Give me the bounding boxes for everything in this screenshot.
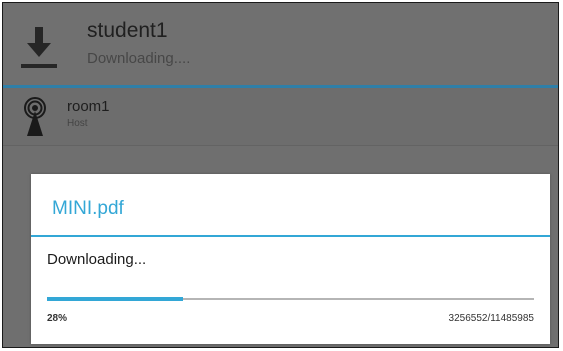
- dialog-message: Downloading...: [47, 251, 147, 268]
- notification-title: student1: [87, 19, 168, 42]
- dialog-title: MINI.pdf: [52, 198, 124, 219]
- progress-percent: 28%: [47, 313, 68, 324]
- app-screen: student1 Downloading.... room1 Host MINI…: [2, 2, 559, 348]
- list-divider: [3, 145, 558, 146]
- notification-status: Downloading....: [87, 50, 191, 67]
- list-item-room[interactable]: room1 Host: [3, 88, 558, 146]
- progress-bar-fill: [47, 297, 184, 301]
- download-progress-bar: [47, 297, 534, 301]
- download-dialog: MINI.pdf Downloading... 28% 3256552/1148…: [31, 174, 550, 344]
- download-icon: [21, 27, 57, 68]
- wifi-tower-icon: [24, 97, 46, 136]
- room-role: Host: [67, 118, 88, 129]
- dialog-title-divider: [31, 235, 550, 237]
- progress-byte-count: 3256552/11485985: [448, 313, 534, 324]
- download-notification[interactable]: student1 Downloading....: [3, 3, 558, 87]
- room-name: room1: [67, 98, 110, 115]
